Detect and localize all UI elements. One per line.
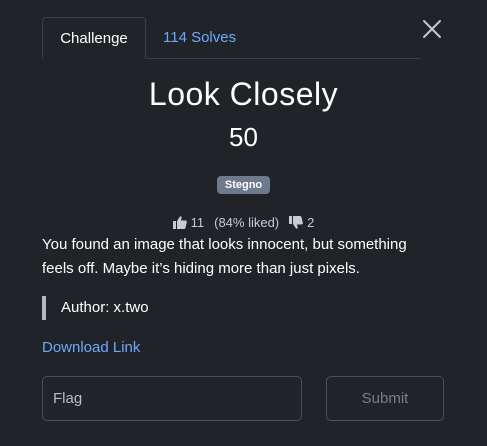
vote-bar: 11 (84% liked) 2 <box>0 212 487 232</box>
challenge-tabs: Challenge 114 Solves <box>42 17 420 59</box>
download-link[interactable]: Download Link <box>42 337 140 359</box>
likes-count: 11 <box>190 214 205 230</box>
tab-challenge[interactable]: Challenge <box>42 17 146 59</box>
flag-input[interactable] <box>42 376 302 421</box>
thumbs-down-icon[interactable] <box>289 215 303 229</box>
dislikes-count: 2 <box>307 214 315 230</box>
author-quote: Author: x.two <box>42 296 149 320</box>
submit-button[interactable]: Submit <box>326 376 444 421</box>
thumbs-up-icon[interactable] <box>172 215 187 229</box>
challenge-title: Look Closely <box>148 76 339 112</box>
liked-percent: (84% liked) <box>214 214 280 230</box>
close-icon <box>423 20 441 38</box>
challenge-tag: Stegno <box>217 176 270 194</box>
tab-solves[interactable]: 114 Solves <box>163 17 236 59</box>
close-button[interactable] <box>421 18 443 40</box>
challenge-description: You found an image that looks innocent, … <box>42 236 407 277</box>
challenge-value: 50 <box>229 122 258 152</box>
